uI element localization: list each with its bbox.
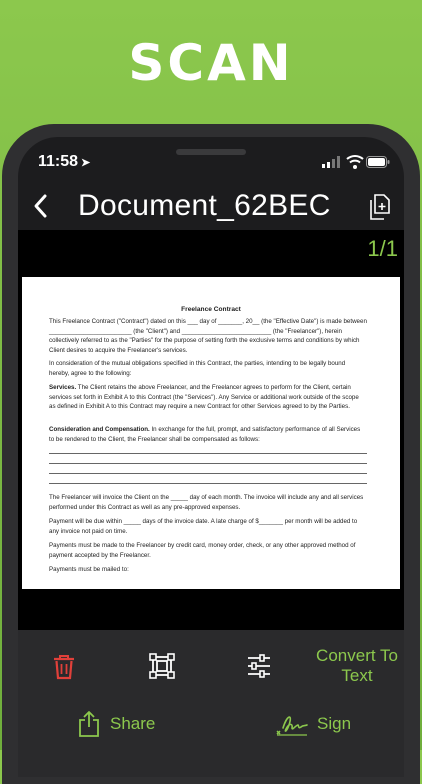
share-icon <box>79 711 99 737</box>
battery-icon <box>366 156 390 168</box>
crop-icon[interactable] <box>149 653 175 679</box>
contract-paragraph: Payment will be due within _____ days of… <box>49 518 358 535</box>
sliders-icon[interactable] <box>247 654 271 678</box>
location-icon: ➤ <box>81 157 91 169</box>
blank-line <box>49 453 367 454</box>
cellular-signal-icon <box>322 156 340 168</box>
services-heading: Services. <box>49 384 77 391</box>
nav-bar: Document_62BEC <box>18 185 404 231</box>
trash-icon[interactable] <box>52 654 76 680</box>
signature-icon <box>276 716 308 736</box>
convert-to-text-button[interactable]: Convert To Text <box>302 646 404 686</box>
chevron-left-icon[interactable] <box>32 191 48 221</box>
contract-paragraph: In consideration of the mutual obligatio… <box>49 360 346 377</box>
app-screen: 11:58 ➤ Document_62BEC 1/1 Freelance Con… <box>18 137 404 777</box>
blank-line <box>49 483 367 484</box>
document-title: Document_62BEC <box>78 189 331 222</box>
services-text: The Client retains the above Freelancer,… <box>49 384 359 411</box>
bottom-toolbar: Convert To Text Share Sign <box>18 630 404 777</box>
status-bar: 11:58 ➤ <box>18 151 404 173</box>
sign-button[interactable]: Sign <box>275 711 351 737</box>
status-time-text: 11:58 <box>38 153 79 170</box>
document-viewer[interactable]: 1/1 Freelance Contract This Freelance Co… <box>18 230 404 630</box>
contract-paragraph: This Freelance Contract ("Contract") dat… <box>49 318 367 354</box>
wifi-icon <box>346 155 364 169</box>
hero-title: SCAN <box>128 34 294 92</box>
scanned-page[interactable]: Freelance Contract This Freelance Contra… <box>22 277 400 589</box>
compensation-heading: Consideration and Compensation. <box>49 426 150 433</box>
status-time: 11:58 ➤ <box>38 153 90 171</box>
contract-paragraph: The Freelancer will invoice the Client o… <box>49 494 364 511</box>
contract-paragraph: Payments must be mailed to: <box>49 566 129 573</box>
blank-line <box>49 473 367 474</box>
sign-label: Sign <box>317 714 352 733</box>
blank-line <box>49 463 367 464</box>
share-button[interactable]: Share <box>78 711 155 737</box>
share-label: Share <box>110 714 156 733</box>
add-page-icon[interactable] <box>368 194 390 220</box>
contract-title: Freelance Contract <box>181 306 241 313</box>
contract-paragraph: Payments must be made to the Freelancer … <box>49 542 356 559</box>
page-indicator: 1/1 <box>367 236 398 261</box>
contract-paragraph: Consideration and Compensation. In excha… <box>49 425 367 444</box>
contract-paragraph: Services. The Client retains the above F… <box>49 383 367 412</box>
